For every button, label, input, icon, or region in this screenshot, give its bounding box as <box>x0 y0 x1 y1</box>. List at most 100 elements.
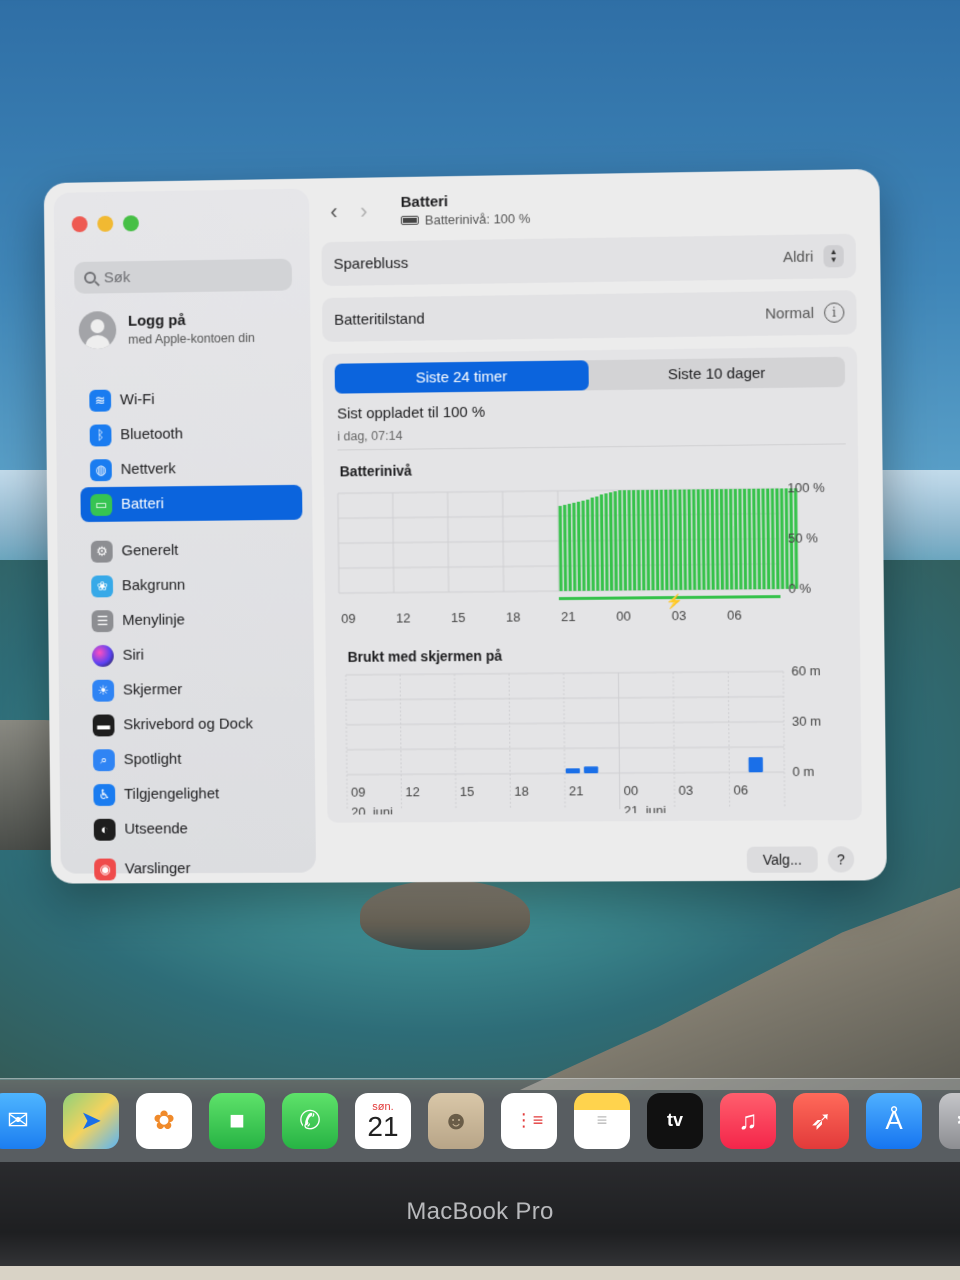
battery-health-row: Batteritilstand Normal i <box>321 290 857 342</box>
sidebar-item-skjermer[interactable]: ☀ Skjermer <box>82 671 304 707</box>
main-pane: ‹ › Batteri Batterinivå: 100 % Spareblus… <box>319 169 887 883</box>
battery-bar <box>738 488 743 590</box>
battery-bar <box>766 488 771 590</box>
dock-app-contacts[interactable]: ☻ <box>428 1092 484 1149</box>
x-tick-label: 12 <box>405 784 420 799</box>
dock-app-app-store[interactable]: Å <box>866 1092 922 1149</box>
battery-bar <box>715 489 720 590</box>
dock-app-system-settings[interactable]: ⚙ <box>939 1092 960 1149</box>
video-camera-icon: ■ <box>229 1105 245 1135</box>
low-power-value[interactable]: Aldri <box>783 248 814 266</box>
grid-line <box>564 673 565 809</box>
sidebar-item-utseende[interactable]: ◐ Utseende <box>84 811 306 847</box>
sidebar-item-generelt[interactable]: ⚙ Generelt <box>81 532 303 569</box>
battery-bar <box>719 489 725 590</box>
sidebar-item-nettverk[interactable]: ◍ Nettverk <box>80 450 302 487</box>
dock-app-reminders[interactable]: ⋮≡ <box>501 1092 557 1149</box>
zoom-button[interactable] <box>122 215 139 232</box>
dock-app-maps[interactable]: ➤ <box>63 1092 119 1149</box>
battery-bar <box>692 489 697 590</box>
sidebar-item-wifi[interactable]: ≋ Wi-Fi <box>79 380 301 418</box>
battery-bar <box>576 501 581 591</box>
battery-bar <box>742 488 748 590</box>
page-title: Batteri <box>400 193 449 211</box>
person-icon: ☻ <box>442 1105 470 1135</box>
sidebar-item-label: Siri <box>122 646 145 664</box>
x-tick-label: 06 <box>727 607 742 622</box>
grid-line <box>454 674 457 811</box>
battery-bar <box>608 492 614 591</box>
close-button[interactable] <box>71 216 88 233</box>
options-button[interactable]: Valg... <box>746 846 818 873</box>
info-icon[interactable]: i <box>823 302 845 323</box>
forward-button[interactable]: › <box>349 198 379 224</box>
battery-bar <box>590 497 595 591</box>
back-button[interactable]: ‹ <box>319 199 349 225</box>
sidebar-item-varslinger[interactable]: ◉ Varslinger <box>84 851 306 884</box>
battery-bar <box>636 490 641 591</box>
battery-icon: ▭ <box>90 493 113 516</box>
tab-last-10-days[interactable]: Siste 10 dager <box>588 357 845 391</box>
grid-line <box>400 675 403 812</box>
search-icon <box>84 271 97 284</box>
wallpaper-rock-center <box>360 880 530 950</box>
grid-line <box>501 491 504 592</box>
dock-app-photos[interactable]: ✿ <box>136 1092 192 1149</box>
battery-bar <box>701 489 706 590</box>
tab-last-24-hours[interactable]: Siste 24 timer <box>334 360 589 394</box>
sun-icon: ☀ <box>92 679 115 702</box>
sidebar-item-spotlight[interactable]: ⌕ Spotlight <box>83 741 305 777</box>
sidebar-item-tilgjengelighet[interactable]: ♿ Tilgjengelighet <box>83 776 305 812</box>
battery-health-label: Batteritilstand <box>334 310 425 329</box>
battery-bar <box>618 490 623 591</box>
battery-bar <box>645 489 651 591</box>
dock-app-music[interactable]: ♫ <box>720 1092 776 1149</box>
sidebar-group-notifications: ◉ Varslinger <box>84 851 306 884</box>
dock-app-tv[interactable]: tv <box>647 1092 703 1149</box>
y-tick-label: 0 m <box>792 764 814 779</box>
dock-app-rocket[interactable]: ➶ <box>793 1092 849 1149</box>
battery-level-chart: ⚡09 12 15 18 21 00 03 06100 %50 %0 % <box>330 480 825 626</box>
sidebar-item-siri[interactable]: Siri <box>82 636 304 673</box>
search-input[interactable]: Søk <box>74 258 293 294</box>
sidebar-item-label: Generelt <box>121 541 179 560</box>
screen-usage-bar <box>565 768 580 774</box>
checklist-icon: ⋮≡ <box>514 1110 544 1130</box>
dock-app-phone[interactable]: ✆ <box>282 1092 338 1149</box>
sidebar-item-label: Bakgrunn <box>121 576 186 595</box>
sidebar-item-label: Spotlight <box>123 750 182 769</box>
account-signin[interactable]: Logg på med Apple-kontoen din <box>78 309 255 350</box>
grid-line <box>347 747 785 750</box>
gear-icon: ⚙ <box>955 1105 960 1136</box>
battery-bar <box>673 489 678 591</box>
chevron-down-icon: ▼ <box>829 255 838 265</box>
battery-bar <box>595 496 600 591</box>
device-label: MacBook Pro <box>406 1198 554 1225</box>
grid-line <box>783 672 784 809</box>
sidebar-item-bluetooth[interactable]: ᛒ Bluetooth <box>80 415 302 453</box>
usage-panel: Siste 24 timer Siste 10 dager Sist oppla… <box>322 346 862 823</box>
sidebar-item-label: Skjermer <box>122 681 183 699</box>
dock-app-facetime[interactable]: ■ <box>209 1092 265 1149</box>
account-subtitle: med Apple-kontoen din <box>128 330 255 347</box>
search-placeholder: Søk <box>103 268 131 286</box>
dock: ✉ ➤ ✿ ■ ✆ søn. 21 ☻ ⋮≡ ≡ tv ♫ ➶ Å ⚙ <box>0 1078 960 1162</box>
account-title: Logg på <box>127 312 186 330</box>
battery-bar <box>655 489 660 591</box>
sidebar-item-skrivebord-og-dock[interactable]: ▬ Skrivebord og Dock <box>83 706 305 742</box>
low-power-stepper[interactable]: ▲ ▼ <box>823 245 844 268</box>
help-button[interactable]: ? <box>827 846 855 873</box>
dock-app-calendar[interactable]: søn. 21 <box>355 1092 411 1149</box>
dock-app-notes[interactable]: ≡ <box>574 1092 630 1149</box>
sidebar-item-batteri[interactable]: ▭ Batteri <box>80 484 303 523</box>
last-charged-label: Sist oppladet til 100 % <box>337 403 486 423</box>
minimize-button[interactable] <box>97 215 114 232</box>
dock-app-mail[interactable]: ✉ <box>0 1092 46 1149</box>
sidebar-item-label: Nettverk <box>120 460 176 478</box>
grid-line <box>346 672 783 675</box>
x-tick-label: 15 <box>451 610 466 625</box>
sidebar-item-bakgrunn[interactable]: ❀ Bakgrunn <box>81 567 303 604</box>
sidebar-item-label: Skrivebord og Dock <box>123 715 253 734</box>
app-store-icon: Å <box>885 1105 903 1135</box>
sidebar-item-menylinje[interactable]: ☰ Menylinje <box>82 601 304 638</box>
